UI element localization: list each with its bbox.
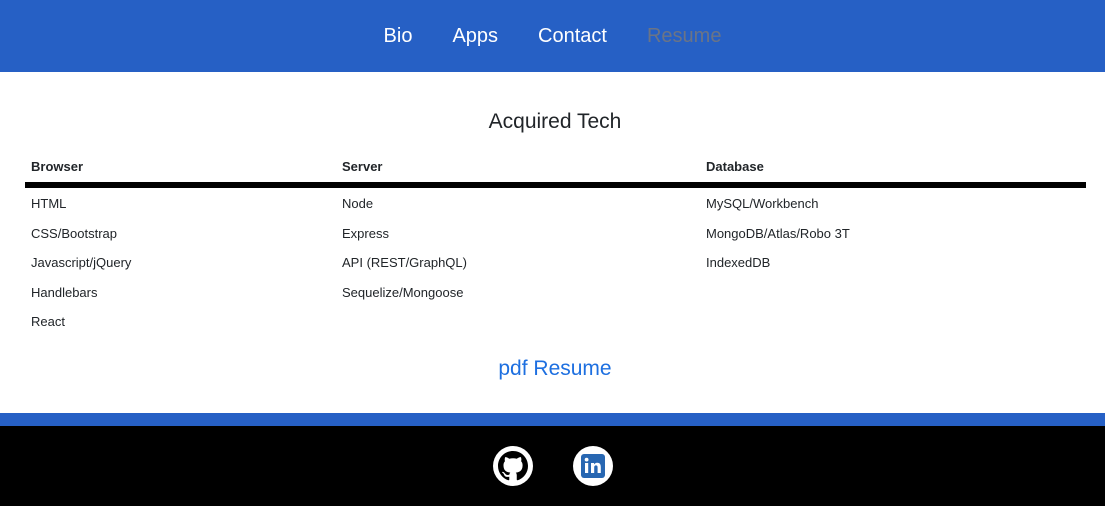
table-row: CSS/Bootstrap Express MongoDB/Atlas/Robo… <box>25 220 1086 250</box>
table-cell: CSS/Bootstrap <box>31 225 117 241</box>
linkedin-link[interactable] <box>572 446 613 486</box>
pdf-resume-link[interactable]: pdf Resume <box>0 357 1105 381</box>
column-header-server: Server <box>336 154 700 188</box>
table-row: React <box>25 308 1086 338</box>
table-cell <box>700 308 1086 338</box>
nav-link-bio[interactable]: Bio <box>384 0 413 72</box>
table-cell <box>336 308 700 338</box>
page-heading: Acquired Tech <box>488 110 622 133</box>
nav-link-apps[interactable]: Apps <box>452 0 498 72</box>
table-row: Javascript/jQuery API (REST/GraphQL) Ind… <box>25 249 1086 279</box>
table-cell: MongoDB/Atlas/Robo 3T <box>706 225 850 241</box>
table-cell <box>700 279 1086 309</box>
resume-main: Acquired Tech Browser Server Database HT… <box>0 72 1105 413</box>
column-header-browser: Browser <box>25 154 336 188</box>
nav-link-resume[interactable]: Resume <box>647 0 721 72</box>
top-navbar: Bio Apps Contact Resume <box>0 0 1105 72</box>
table-header-row: Browser Server Database <box>25 154 1086 188</box>
footer-stripe <box>0 413 1105 426</box>
table-cell: Handlebars <box>31 284 98 300</box>
column-header-database: Database <box>700 154 1086 188</box>
nav-link-contact[interactable]: Contact <box>538 0 607 72</box>
linkedin-icon <box>580 454 605 478</box>
table-row: Handlebars Sequelize/Mongoose <box>25 279 1086 309</box>
table-cell: Express <box>342 225 389 241</box>
table-cell: API (REST/GraphQL) <box>342 255 467 271</box>
table-cell: Sequelize/Mongoose <box>342 284 464 300</box>
footer <box>0 426 1105 506</box>
table-cell: React <box>31 314 65 330</box>
table-cell: HTML <box>31 196 67 211</box>
tech-table: Browser Server Database HTML Node MySQL/… <box>25 154 1086 338</box>
table-row: HTML Node MySQL/Workbench <box>25 185 1086 220</box>
table-cell: IndexedDB <box>706 255 771 271</box>
github-icon <box>497 451 528 481</box>
table-cell: Node <box>342 196 374 211</box>
table-cell: MySQL/Workbench <box>706 196 819 211</box>
table-cell: Javascript/jQuery <box>31 255 132 271</box>
github-link[interactable] <box>492 446 533 486</box>
